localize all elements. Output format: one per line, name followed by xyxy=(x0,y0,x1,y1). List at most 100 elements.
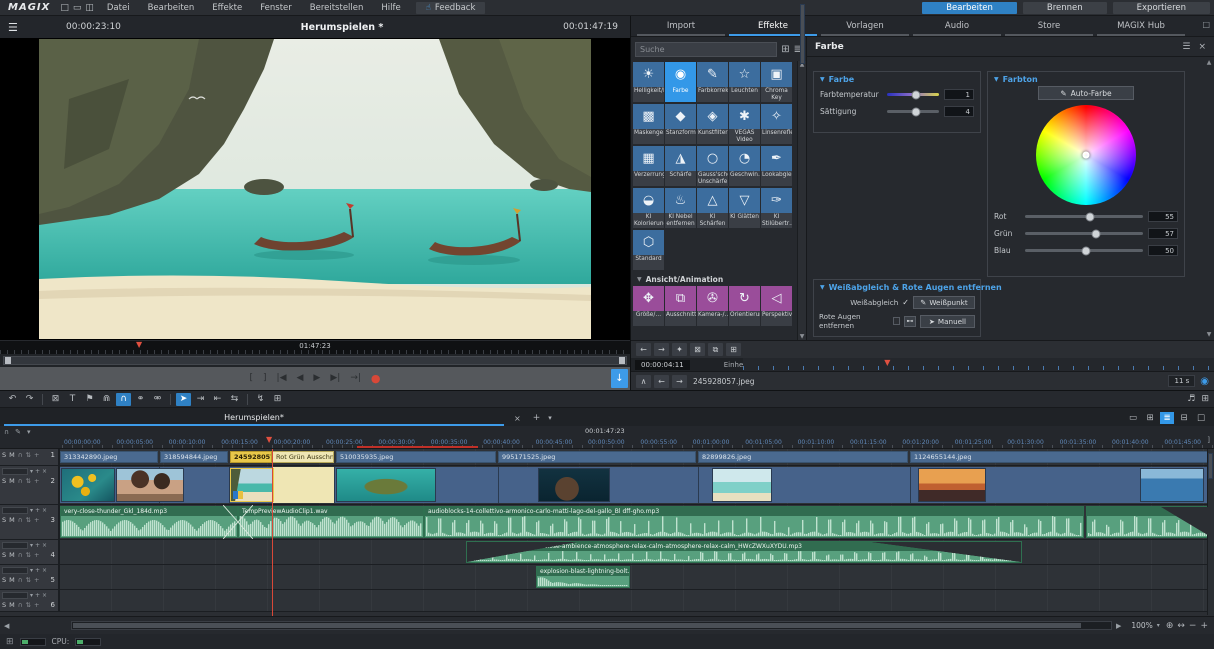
prev-frame-button[interactable]: ◀ xyxy=(297,374,304,383)
timeline-clip[interactable]: 313342890.jpeg xyxy=(60,451,158,463)
effect-tile-kunstfilter[interactable]: ◈Kunstfilter xyxy=(697,104,728,144)
tab-import[interactable]: Import xyxy=(637,21,725,36)
effect-tile-stanzformen[interactable]: ◆Stanzformen xyxy=(665,104,696,144)
effect-tile-orientierung[interactable]: ↻Orientierung… xyxy=(729,286,760,326)
effect-tile-standard[interactable]: ⬡Standard xyxy=(633,230,664,270)
add-project-icon[interactable]: + xyxy=(533,413,541,426)
weisspunkt-button[interactable]: ✎ Weißpunkt xyxy=(913,296,975,309)
effect-tile-ki-nebel-entfernen[interactable]: ♨KI Nebel entfernen xyxy=(665,188,696,228)
solo-button[interactable]: S xyxy=(2,576,6,584)
audio-clip[interactable]: very-close-thunder_Gkl_184d.mp3 xyxy=(60,506,238,538)
project-tab[interactable]: Herumspielen* xyxy=(4,413,504,426)
clip-thumbnail-sea[interactable] xyxy=(1140,468,1204,502)
keyframe-playhead-icon[interactable]: ▼ xyxy=(884,358,890,367)
grid-icon[interactable]: ⊞ xyxy=(6,637,14,647)
hamburger-menu-icon[interactable]: ☰ xyxy=(8,21,24,34)
play-button[interactable]: ▶ xyxy=(313,374,320,383)
track-lane-3[interactable]: very-close-thunder_Gkl_184d.mp3TempPrevi… xyxy=(60,505,1214,539)
object-grid-icon[interactable]: ⊞ xyxy=(270,393,285,406)
paste-button[interactable]: ⊞ xyxy=(726,343,741,356)
add-track-icon[interactable]: + xyxy=(35,592,40,599)
mute-button[interactable]: M xyxy=(9,576,15,584)
close-track-icon[interactable]: × xyxy=(42,567,47,574)
effect-tile-leuchten[interactable]: ☆Leuchten xyxy=(729,62,760,102)
add-icon[interactable]: + xyxy=(34,601,39,609)
red-eye-icon[interactable]: ⊷ xyxy=(904,316,916,327)
feedback-button[interactable]: ☝ Feedback xyxy=(416,2,486,14)
jump-end-button[interactable]: →| xyxy=(350,374,361,383)
storyboard-mode-icon[interactable]: ⊞ xyxy=(1143,412,1157,424)
chevron-down-icon[interactable]: ▾ xyxy=(27,428,31,436)
track-name-field[interactable] xyxy=(2,592,28,599)
range-marker[interactable] xyxy=(357,446,478,448)
rote-augen-checkbox[interactable] xyxy=(893,317,900,325)
check-icon[interactable]: ✓ xyxy=(902,298,909,307)
timeline-clip[interactable]: 245928057.jpeg xyxy=(230,451,272,463)
color-wheel[interactable] xyxy=(1036,105,1136,205)
add-icon[interactable]: + xyxy=(34,516,39,524)
detail-scrollbar[interactable]: ▲▼ xyxy=(1205,59,1213,338)
redo-icon[interactable]: ↷ xyxy=(22,393,37,406)
close-track-icon[interactable]: × xyxy=(42,592,47,599)
track-name-field[interactable] xyxy=(2,468,28,475)
audio-clip[interactable]: audioblocks-forest-birds-close-ambience-… xyxy=(466,541,1022,563)
mute-button[interactable]: M xyxy=(9,516,15,524)
effect-tile-gauss-sche-unsch-rfe[interactable]: ○Gauss'sche Unschärfe xyxy=(697,146,728,186)
delete-icon[interactable]: ⊠ xyxy=(48,393,63,406)
color-wheel-cursor[interactable] xyxy=(1083,152,1090,159)
lock-icon[interactable]: ∩ xyxy=(18,551,23,559)
effect-tile-verzerrung[interactable]: ▦Verzerrung xyxy=(633,146,664,186)
slider-thumb[interactable] xyxy=(1091,229,1100,238)
mouse-mode-single-icon[interactable]: ⇥ xyxy=(193,393,208,406)
preview-scroll-range[interactable] xyxy=(0,354,630,367)
forward-button[interactable]: → xyxy=(654,343,669,356)
slider-thumb[interactable] xyxy=(1085,212,1094,221)
marker-icon[interactable]: ⚑ xyxy=(82,393,97,406)
new-file-icon[interactable]: □ xyxy=(60,3,69,13)
blau-slider[interactable] xyxy=(1025,249,1143,252)
clip-thumbnail-couple[interactable] xyxy=(116,468,184,502)
effect-tile-lookabgle[interactable]: ✒Lookabgle… xyxy=(761,146,792,186)
track-lane-1[interactable]: 313342890.jpeg318594844.jpeg245928057.jp… xyxy=(60,449,1214,465)
lock-icon[interactable]: ∩ xyxy=(18,451,23,459)
preview-mode-icon[interactable]: ▭ xyxy=(1126,412,1140,424)
zoom-out-icon[interactable]: − xyxy=(1189,621,1197,631)
zoom-menu-icon[interactable]: ▾ xyxy=(1157,622,1160,629)
mouse-mode-all-icon[interactable]: ⇤ xyxy=(210,393,225,406)
bearbeiten-button[interactable]: Bearbeiten xyxy=(922,2,1017,14)
open-folder-icon[interactable]: ▭ xyxy=(73,3,82,13)
zoom-in-icon[interactable]: + xyxy=(1200,621,1208,631)
menu-bearbeiten[interactable]: Bearbeiten xyxy=(139,3,204,13)
effect-tile-vegas-video-stab[interactable]: ✱VEGAS Video Stab… xyxy=(729,104,760,144)
lock-icon[interactable]: ∩ xyxy=(18,601,23,609)
zoom-level[interactable]: 100% xyxy=(1131,621,1152,630)
mixer-icon[interactable]: ⊞ xyxy=(1201,394,1209,404)
farbton-group-header[interactable]: ▼ Farbton xyxy=(988,72,1184,85)
tab-vorlagen[interactable]: Vorlagen xyxy=(821,21,909,36)
save-icon[interactable]: ◫ xyxy=(85,3,94,13)
effect-tile-ki-stil-bertr[interactable]: ✑KI Stilübertr… xyxy=(761,188,792,228)
effect-tile-helligkeit-kontrast[interactable]: ☀Helligkeit/Kontrast xyxy=(633,62,664,102)
scrollbar-thumb[interactable] xyxy=(73,623,1080,628)
slider-value[interactable]: 50 xyxy=(1148,245,1178,256)
zoom-fit-icon[interactable]: ⊕ xyxy=(1166,621,1174,631)
move-track-icon[interactable]: ⇅ xyxy=(26,601,31,609)
farbtemperatur-slider[interactable] xyxy=(887,93,939,96)
mute-button[interactable]: M xyxy=(9,451,15,459)
chevron-down-icon[interactable]: ▾ xyxy=(30,507,33,514)
timeline-clip[interactable]: 510035935.jpeg xyxy=(336,451,496,463)
grid-view-icon[interactable]: ⊞ xyxy=(781,44,789,55)
jump-start-button[interactable]: |◀ xyxy=(277,374,287,383)
timeline-clip[interactable]: 1124655144.jpeg xyxy=(910,451,1212,463)
preview-mini-ruler[interactable]: ▼ 01:47:23 xyxy=(0,340,630,354)
next-frame-button[interactable]: ▶| xyxy=(330,374,340,383)
effect-tile-ki-gl-tten[interactable]: ▽KI Glätten xyxy=(729,188,760,228)
effect-tile-perspektive[interactable]: ◁Perspektive xyxy=(761,286,792,326)
clip-thumbnail-turtle[interactable] xyxy=(336,468,436,502)
slider-value[interactable]: 55 xyxy=(1148,211,1178,222)
effects-section-header[interactable]: ▼ Ansicht/Animation xyxy=(633,272,797,286)
add-icon[interactable]: + xyxy=(34,576,39,584)
clip-thumbnail-sunset[interactable] xyxy=(918,468,986,502)
undo-icon[interactable]: ↶ xyxy=(5,393,20,406)
group-icon[interactable]: ⚭ xyxy=(133,393,148,406)
